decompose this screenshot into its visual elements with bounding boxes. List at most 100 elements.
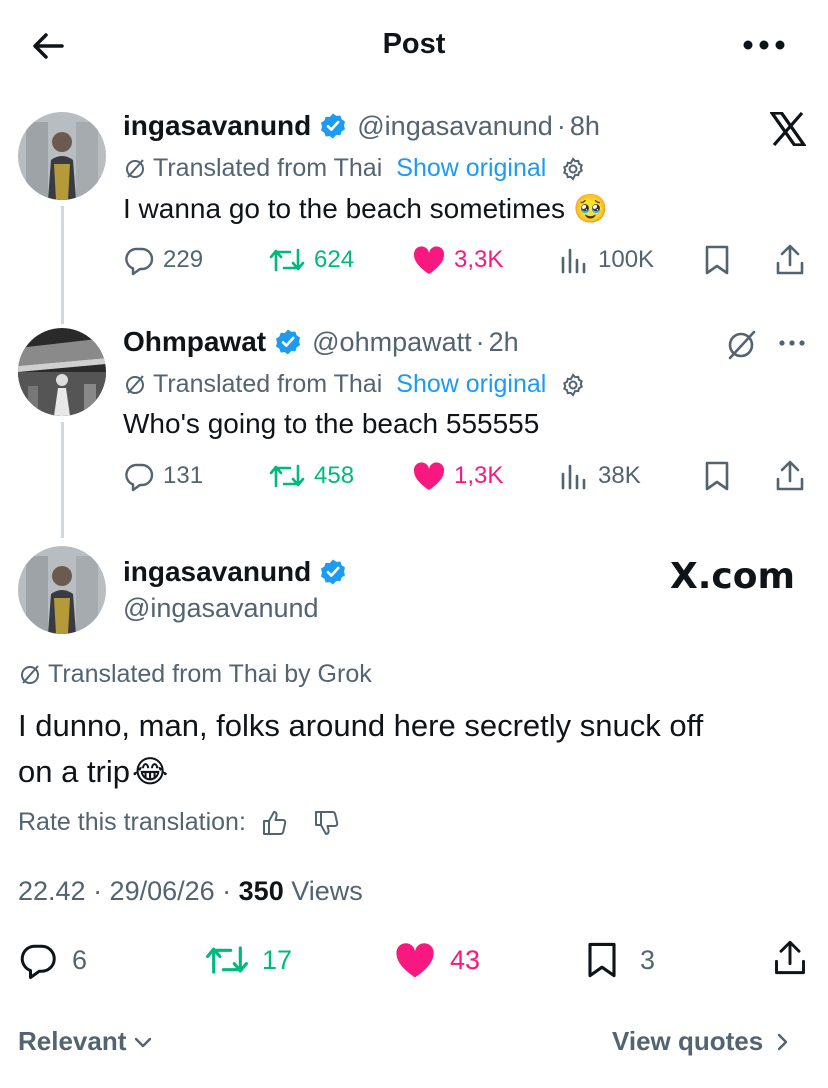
reply-count: 229 <box>163 246 204 273</box>
handle[interactable]: @ohmpawatt <box>312 327 471 358</box>
view-quotes-label: View quotes <box>612 1026 764 1056</box>
bookmark-count: 3 <box>640 944 656 975</box>
pleading-face-emoji: 🥹 <box>573 193 608 224</box>
main-author-row: ingasavanund <box>123 556 347 588</box>
heart-icon <box>396 943 434 978</box>
view-quotes-link[interactable]: View quotes <box>612 1026 793 1057</box>
separator-dot: · <box>475 326 485 357</box>
repost-button[interactable]: 624 <box>268 244 354 276</box>
avatar[interactable] <box>18 546 106 634</box>
share-button[interactable] <box>774 459 806 493</box>
share-icon <box>775 940 805 975</box>
verified-badge-icon <box>274 328 302 357</box>
handle[interactable]: @ingasavanund <box>123 593 319 624</box>
more-options-button[interactable] <box>742 38 786 52</box>
timestamp[interactable]: 22.42 · 29/06/26 · <box>18 876 239 906</box>
avatar[interactable] <box>18 328 106 416</box>
main-tweet-text: I dunno, man, folks around here secretly… <box>18 703 703 795</box>
share-button[interactable] <box>774 243 806 277</box>
thumbs-down-icon[interactable] <box>312 809 340 837</box>
chevron-down-icon <box>135 1037 152 1047</box>
display-name[interactable]: Ohmpawat <box>123 326 266 358</box>
sort-label: Relevant <box>18 1026 127 1056</box>
views-count: 38K <box>598 462 641 489</box>
tweet1-text: I wanna go to the beach sometimes 🥹 <box>123 192 608 225</box>
tweet-text: I wanna go to the beach sometimes <box>123 192 566 224</box>
like-count: 1,3K <box>454 462 504 489</box>
reply-icon <box>125 247 154 276</box>
translated-label: Translated from Thai <box>153 370 383 398</box>
repost-count: 17 <box>262 944 293 975</box>
verified-badge-icon <box>319 558 347 587</box>
x-com-watermark: X.com <box>670 556 796 597</box>
translation-row: Translated from Thai by Grok <box>18 660 372 689</box>
bookmark-button[interactable] <box>702 460 732 492</box>
views-count: 350 <box>238 876 284 906</box>
rate-label: Rate this translation: <box>18 808 246 836</box>
grok-icon[interactable] <box>724 328 758 362</box>
reply-count: 6 <box>72 944 88 975</box>
tweet2-header: Ohmpawat @ohmpawatt · 2h <box>123 326 519 358</box>
reply-button[interactable]: 6 <box>18 940 87 980</box>
repost-icon <box>269 464 305 488</box>
handle[interactable]: @ingasavanund <box>357 111 553 142</box>
translation-row: Translated from Thai Show original <box>123 154 586 183</box>
sort-dropdown[interactable]: Relevant <box>18 1026 154 1057</box>
translation-row: Translated from Thai Show original <box>123 370 586 399</box>
views-count: 100K <box>598 246 655 273</box>
bookmark-button[interactable] <box>702 244 732 276</box>
translate-icon <box>18 663 42 687</box>
bookmark-icon <box>705 461 729 491</box>
analytics-icon <box>561 464 586 490</box>
avatar[interactable] <box>18 112 106 200</box>
views-button[interactable]: 38K <box>558 460 641 492</box>
translated-label: Translated from Thai <box>153 154 383 182</box>
share-icon <box>776 244 804 275</box>
repost-button[interactable]: 458 <box>268 460 354 492</box>
tweet1-header: ingasavanund @ingasavanund · 8h <box>123 110 600 142</box>
settings-gear-icon[interactable] <box>560 156 586 182</box>
thread-line <box>61 206 64 324</box>
settings-gear-icon[interactable] <box>560 372 586 398</box>
repost-button[interactable]: 17 <box>204 940 292 980</box>
share-icon <box>776 460 804 491</box>
post-time[interactable]: 8h <box>570 111 600 142</box>
like-button[interactable]: 43 <box>394 940 480 980</box>
repost-icon <box>269 248 305 272</box>
bookmark-button[interactable]: 3 <box>584 940 655 980</box>
separator-dot: · <box>556 110 566 141</box>
like-button[interactable]: 1,3K <box>412 460 503 492</box>
more-dots-icon <box>743 40 785 50</box>
x-logo-icon <box>770 112 806 146</box>
like-button[interactable]: 3,3K <box>412 244 503 276</box>
repost-count: 458 <box>314 462 355 489</box>
more-dots-icon <box>779 340 805 346</box>
heart-icon <box>413 462 445 490</box>
display-name[interactable]: ingasavanund <box>123 110 311 142</box>
translate-icon <box>123 373 147 397</box>
post-meta: 22.42 · 29/06/26 · 350 Views <box>18 876 363 907</box>
page-title: Post <box>382 28 446 60</box>
show-original-link[interactable]: Show original <box>396 370 546 399</box>
reply-button[interactable]: 229 <box>123 244 203 276</box>
share-button[interactable] <box>772 938 808 978</box>
post-more-button[interactable] <box>778 339 806 347</box>
thumbs-up-icon[interactable] <box>260 809 288 837</box>
thread-line <box>61 422 64 538</box>
translated-label: Translated from Thai by Grok <box>48 660 372 688</box>
chevron-right-icon <box>778 1033 788 1050</box>
translate-icon <box>123 157 147 181</box>
like-count: 43 <box>450 944 481 975</box>
text-line: on a trip <box>18 754 131 789</box>
reply-count: 131 <box>163 462 204 489</box>
reply-button[interactable]: 131 <box>123 460 203 492</box>
post-time[interactable]: 2h <box>489 327 519 358</box>
reply-icon <box>20 944 56 979</box>
display-name[interactable]: ingasavanund <box>123 556 311 588</box>
tweet-text: Who's going to the beach 555555 <box>123 408 540 439</box>
show-original-link[interactable]: Show original <box>396 154 546 183</box>
views-label: Views <box>283 876 363 906</box>
reply-icon <box>125 463 154 492</box>
views-button[interactable]: 100K <box>558 244 654 276</box>
repost-icon <box>206 946 248 974</box>
